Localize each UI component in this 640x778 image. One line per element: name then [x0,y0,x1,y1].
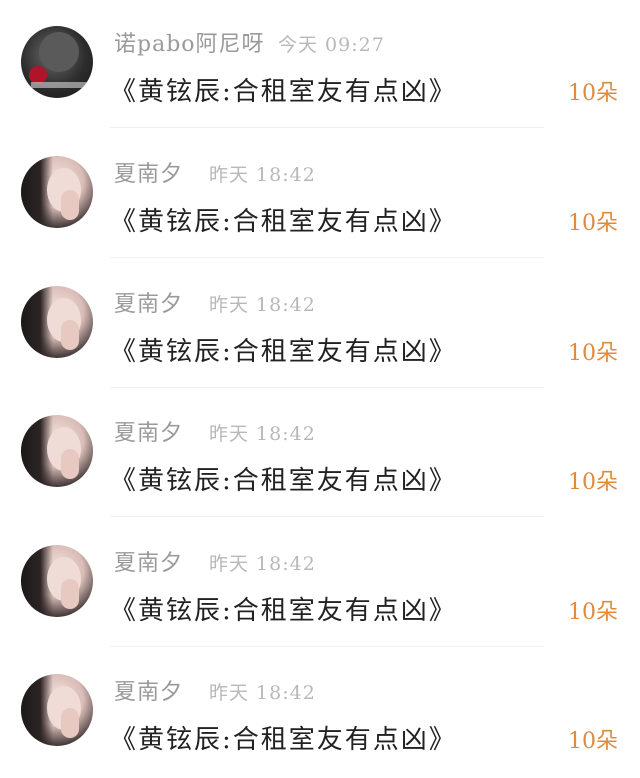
avatar[interactable] [21,156,93,228]
username[interactable]: 诺pabo阿尼呀 [114,26,265,58]
divider [110,257,544,258]
timestamp: 昨天 18:42 [209,164,316,186]
avatar[interactable] [21,26,93,98]
avatar[interactable] [21,545,93,617]
avatar-hand [61,320,79,350]
avatar[interactable] [21,674,93,746]
comment-text: 《黄铉辰:合租室友有点凶》 [110,337,457,367]
flower-count: 10朵 [568,81,618,106]
username[interactable]: 夏南夕 [114,545,183,577]
avatar-figure [39,32,79,72]
avatar[interactable] [21,286,93,358]
comment-row[interactable]: 诺pabo阿尼呀 今天 09:27 《黄铉辰:合租室友有点凶》 10朵 [0,0,640,130]
avatar-hand [61,579,79,609]
username[interactable]: 夏南夕 [114,156,183,188]
comment-text: 《黄铉辰:合租室友有点凶》 [110,466,457,496]
username[interactable]: 夏南夕 [114,415,183,447]
flower-count: 10朵 [568,729,618,754]
comment-row[interactable]: 夏南夕 昨天 18:42 《黄铉辰:合租室友有点凶》 10朵 [0,130,640,260]
avatar-hand [61,190,79,220]
comment-row[interactable]: 夏南夕 昨天 18:42 《黄铉辰:合租室友有点凶》 10朵 [0,648,640,778]
comment-row[interactable]: 夏南夕 昨天 18:42 《黄铉辰:合租室友有点凶》 10朵 [0,389,640,519]
comment-text: 《黄铉辰:合租室友有点凶》 [110,77,457,107]
username[interactable]: 夏南夕 [114,286,183,318]
timestamp: 昨天 18:42 [209,553,316,575]
comment-row[interactable]: 夏南夕 昨天 18:42 《黄铉辰:合租室友有点凶》 10朵 [0,519,640,649]
avatar-hand [61,449,79,479]
comment-text: 《黄铉辰:合租室友有点凶》 [110,596,457,626]
comment-text: 《黄铉辰:合租室友有点凶》 [110,725,457,755]
flower-count: 10朵 [568,211,618,236]
avatar[interactable] [21,415,93,487]
flower-count: 10朵 [568,341,618,366]
comment-row[interactable]: 夏南夕 昨天 18:42 《黄铉辰:合租室友有点凶》 10朵 [0,260,640,390]
divider [110,516,544,517]
divider [110,387,544,388]
flower-count: 10朵 [568,600,618,625]
avatar-caption [31,82,87,88]
timestamp: 昨天 18:42 [209,423,316,445]
timestamp: 昨天 18:42 [209,294,316,316]
comment-text: 《黄铉辰:合租室友有点凶》 [110,207,457,237]
username[interactable]: 夏南夕 [114,674,183,706]
flower-count: 10朵 [568,470,618,495]
avatar-hand [61,708,79,738]
divider [110,646,544,647]
divider [110,127,544,128]
timestamp: 昨天 18:42 [209,682,316,704]
comment-list: 诺pabo阿尼呀 今天 09:27 《黄铉辰:合租室友有点凶》 10朵 夏南夕 … [0,0,640,755]
timestamp: 今天 09:27 [278,34,385,56]
